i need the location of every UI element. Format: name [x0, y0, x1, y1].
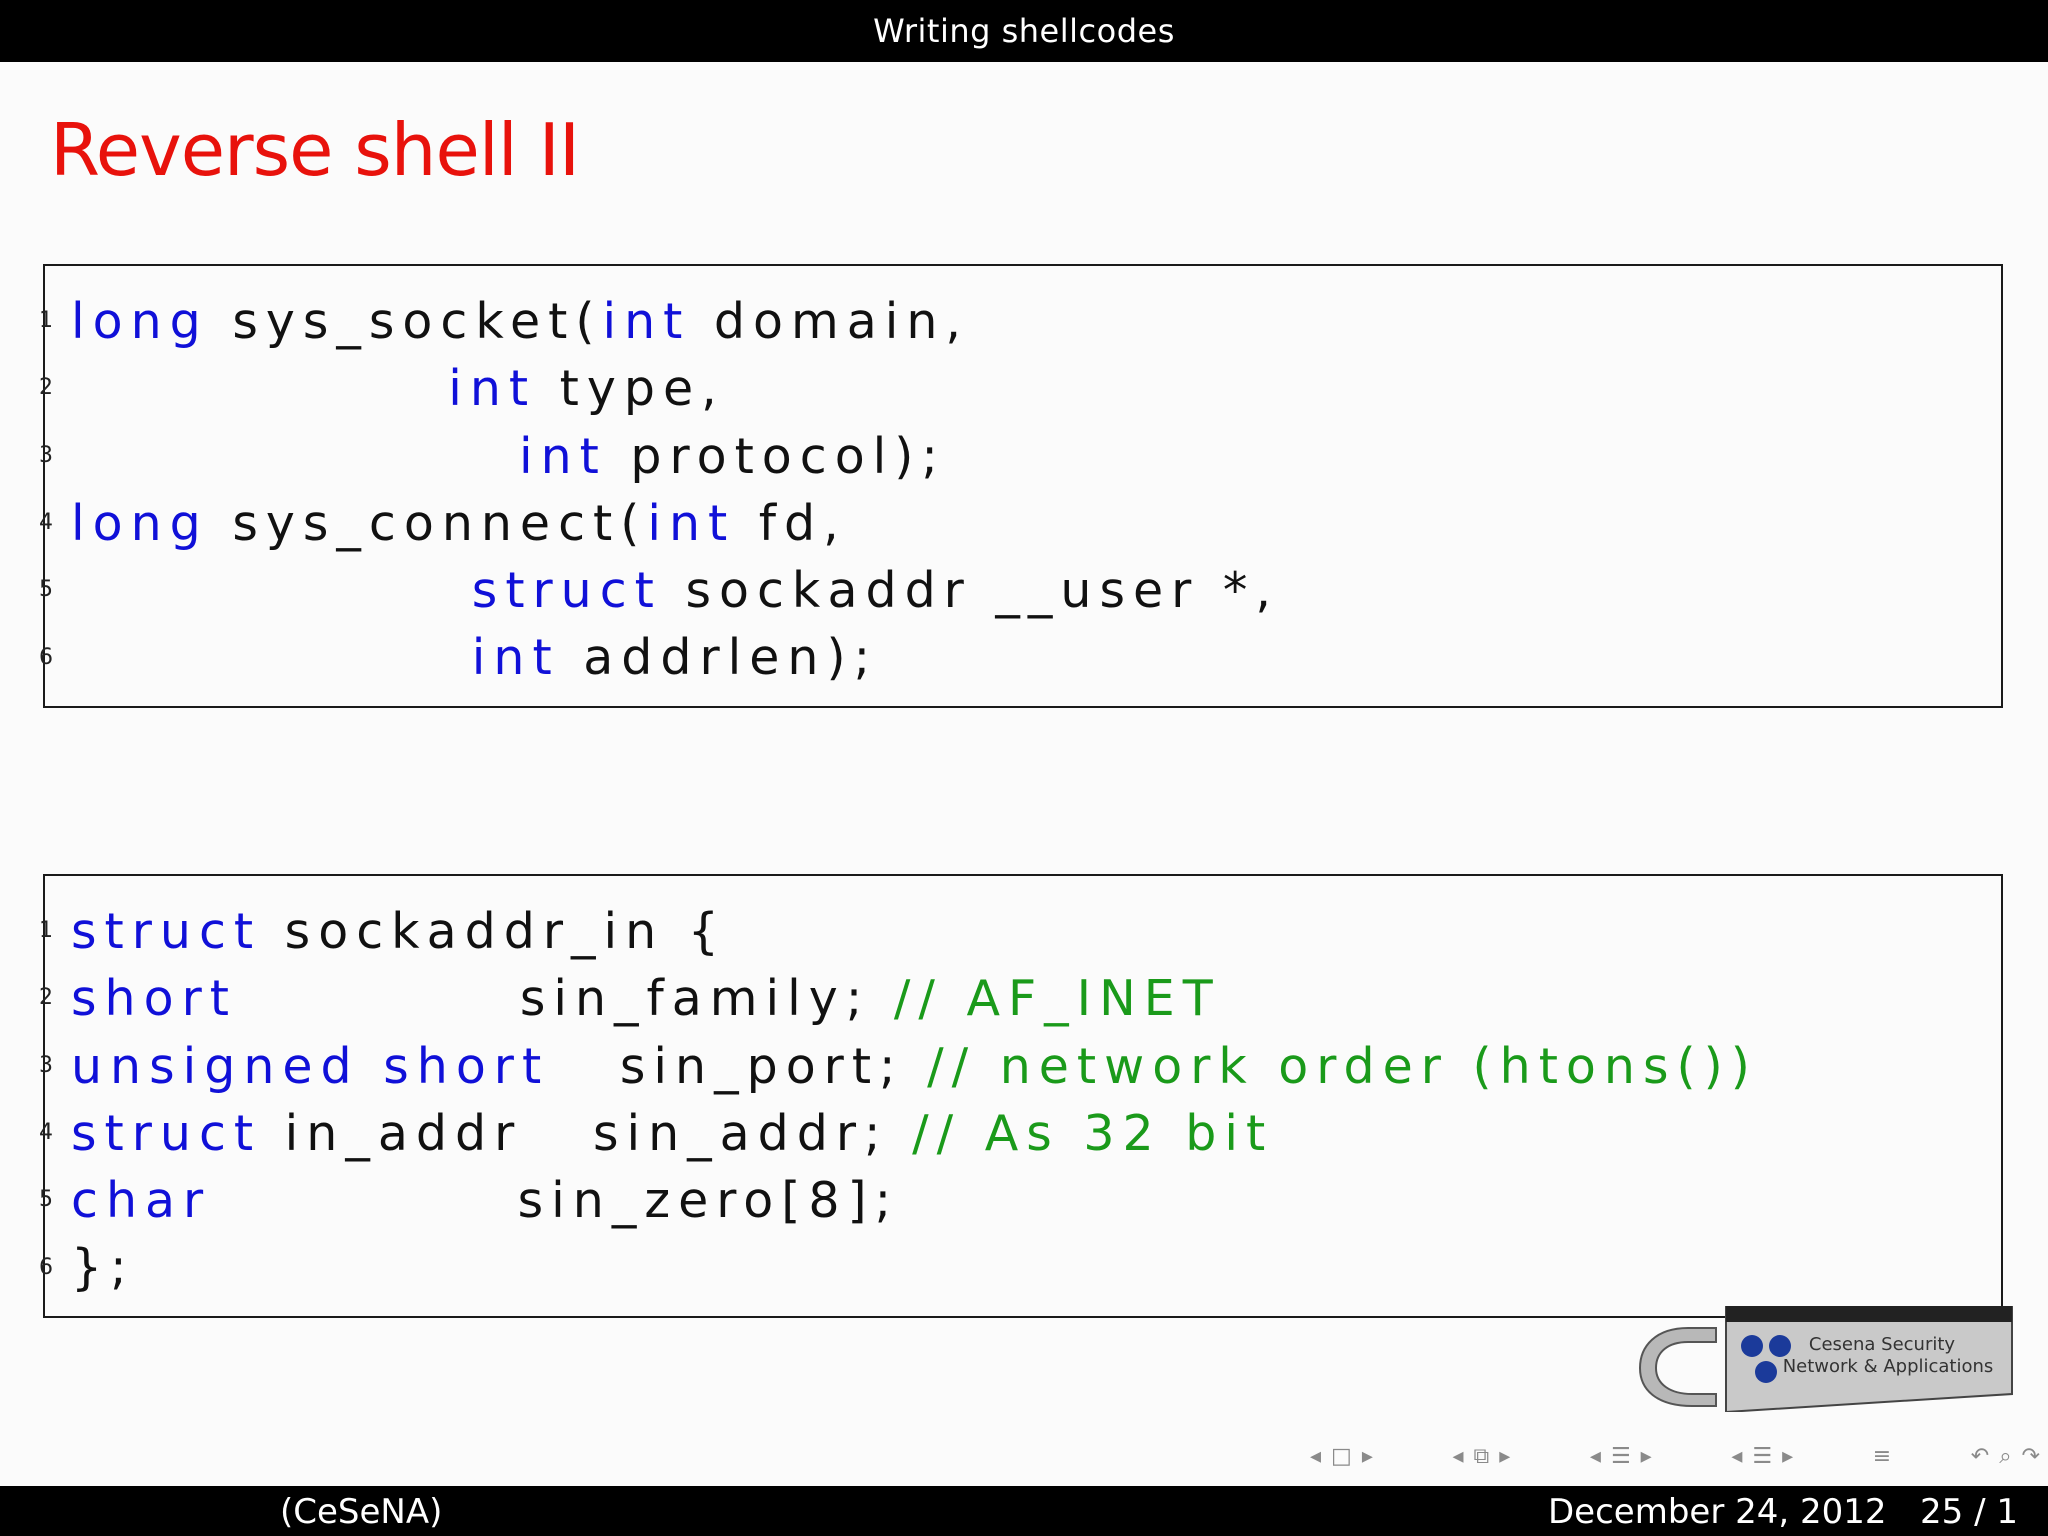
section-title: Writing shellcodes [873, 12, 1175, 50]
svg-text:Network & Applications: Network & Applications [1783, 1356, 1994, 1377]
code-line: char sin_zero[8]; [71, 1167, 1758, 1234]
beamer-navigation: ◂ □ ▸ ◂ ⧉ ▸ ◂ ☰ ▸ ◂ ☰ ▸ ≡ ↶ ⌕ ↷ [1310, 1440, 2040, 1472]
line-number: 5 [39, 577, 53, 603]
line-number: 6 [39, 1254, 53, 1280]
code-block-syscalls: long sys_socket(int domain, int type, in… [39, 264, 2003, 708]
cesena-logo: Cesena Security Network & Applications [1638, 1306, 2013, 1412]
code-line: struct in_addr sin_addr; // As 32 bit [71, 1100, 1758, 1167]
code-text: sys_connect( [208, 494, 648, 552]
line-number: 3 [39, 1052, 53, 1078]
code-text: sin_zero[8]; [211, 1172, 900, 1230]
code-keyword: int [647, 494, 736, 552]
code-text: sockaddr __user *, [661, 562, 1279, 620]
code-line: unsigned short sin_port; // network orde… [71, 1033, 1758, 1100]
code-text: fd, [735, 494, 847, 552]
nav-next-arrow-icon[interactable]: ▸ [1499, 1444, 1510, 1469]
code-line: struct sockaddr __user *, [71, 557, 1279, 624]
line-number: 4 [39, 1119, 53, 1145]
frame-nav-icon[interactable]: □ [1331, 1444, 1352, 1469]
undo-icon[interactable]: ↶ [1971, 1444, 1989, 1469]
line-number: 3 [39, 442, 53, 468]
toc-nav-icon[interactable]: ☰ [1752, 1444, 1772, 1469]
code-keyword: unsigned short [71, 1037, 550, 1095]
code-line: long sys_socket(int domain, [71, 288, 1279, 355]
nav-next-arrow-icon[interactable]: ▸ [1362, 1444, 1373, 1469]
code-line: struct sockaddr_in { [71, 898, 1758, 965]
code-line: short sin_family; // AF_INET [71, 965, 1758, 1032]
nav-prev-arrow-icon[interactable]: ◂ [1310, 1444, 1321, 1469]
code-keyword: long [71, 494, 209, 552]
appendix-icon[interactable]: ≡ [1873, 1444, 1891, 1469]
code-keyword: int [471, 629, 560, 687]
nav-prev-arrow-icon[interactable]: ◂ [1590, 1444, 1601, 1469]
code-comment: // AF_INET [893, 970, 1221, 1028]
code-line: int type, [71, 355, 1279, 422]
line-number: 5 [39, 1187, 53, 1213]
code-text: type, [536, 360, 725, 418]
code-line: int addrlen); [71, 624, 1279, 691]
section-nav-icon[interactable]: ☰ [1611, 1444, 1631, 1469]
code-line: }; [71, 1234, 1758, 1301]
code-text: sockaddr_in { [261, 903, 727, 960]
search-icon[interactable]: ⌕ [1999, 1444, 2011, 1469]
subsection-nav[interactable]: ◂ ⧉ ▸ [1452, 1444, 1510, 1469]
code-block-sockaddr-in: struct sockaddr_in {short sin_family; //… [39, 874, 2003, 1318]
appendix-nav[interactable]: ≡ [1873, 1444, 1891, 1469]
code-listing: struct sockaddr_in {short sin_family; //… [71, 898, 1758, 1302]
line-number: 1 [39, 918, 53, 943]
footer-date: December 24, 2012 [1548, 1492, 1887, 1532]
code-text: in_addr sin_addr; [261, 1104, 913, 1162]
footer-author: (CeSeNA) [280, 1492, 443, 1532]
code-keyword: struct [71, 1104, 262, 1162]
line-number: 6 [39, 644, 53, 670]
code-text: sys_socket( [208, 293, 603, 350]
toc-nav[interactable]: ◂ ☰ ▸ [1731, 1444, 1793, 1469]
code-listing: long sys_socket(int domain, int type, in… [71, 288, 1279, 692]
code-text: protocol); [606, 427, 946, 485]
line-number: 2 [39, 985, 53, 1011]
nav-prev-arrow-icon[interactable]: ◂ [1452, 1444, 1463, 1469]
code-keyword: struct [71, 903, 262, 960]
code-text: domain, [690, 293, 970, 350]
code-comment: // network order (htons()) [927, 1037, 1758, 1095]
code-text: addrlen); [559, 629, 879, 687]
frame-nav[interactable]: ◂ □ ▸ [1310, 1444, 1373, 1469]
svg-text:Cesena Security: Cesena Security [1809, 1334, 1956, 1355]
code-text: }; [71, 1239, 135, 1297]
code-text: sin_family; [236, 970, 894, 1028]
line-number: 2 [39, 375, 53, 401]
code-keyword: char [71, 1172, 212, 1230]
redo-icon[interactable]: ↷ [2022, 1444, 2040, 1469]
footer-bar: (CeSeNA) December 24, 2012 25 / 1 [0, 1486, 2048, 1536]
code-line: int protocol); [71, 423, 1279, 490]
header-bar: Writing shellcodes [0, 0, 2048, 62]
code-keyword: struct [471, 562, 662, 620]
nav-next-arrow-icon[interactable]: ▸ [1641, 1444, 1652, 1469]
code-keyword: int [518, 427, 607, 485]
code-keyword: long [71, 293, 209, 350]
code-keyword: short [71, 970, 237, 1028]
line-number: 4 [39, 509, 53, 535]
code-line: long sys_connect(int fd, [71, 490, 1279, 557]
subsection-nav-icon[interactable]: ⧉ [1474, 1444, 1490, 1469]
code-comment: // As 32 bit [912, 1104, 1274, 1162]
search-undo-nav[interactable]: ↶ ⌕ ↷ [1971, 1444, 2040, 1469]
code-keyword: int [448, 360, 537, 418]
slide-title: Reverse shell II [50, 108, 580, 192]
nav-prev-arrow-icon[interactable]: ◂ [1731, 1444, 1742, 1469]
section-nav[interactable]: ◂ ☰ ▸ [1590, 1444, 1652, 1469]
footer-page-number: 25 / 1 [1920, 1492, 2018, 1532]
code-keyword: int [602, 293, 691, 350]
code-text: sin_port; [549, 1037, 928, 1095]
nav-next-arrow-icon[interactable]: ▸ [1782, 1444, 1793, 1469]
line-number: 1 [39, 308, 53, 333]
